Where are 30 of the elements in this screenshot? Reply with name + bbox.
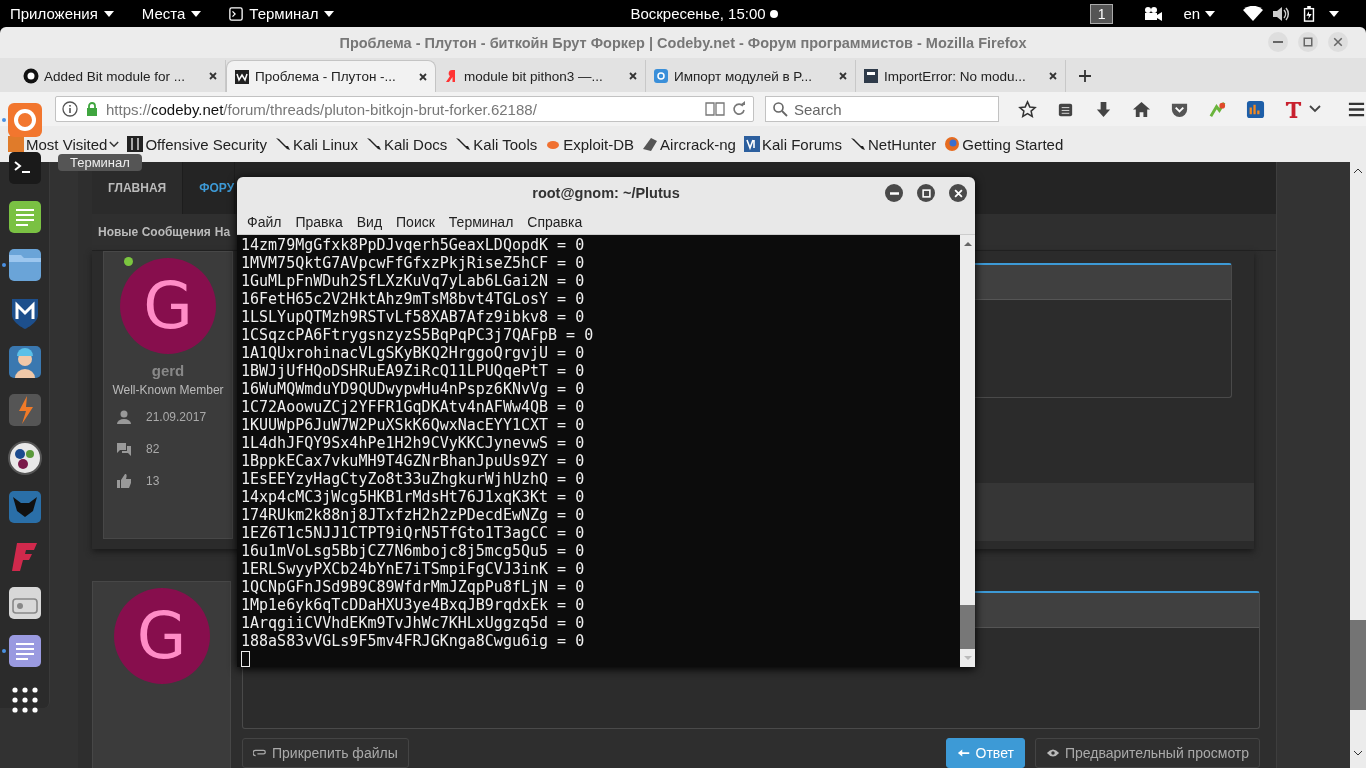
message-count: 82	[146, 442, 160, 456]
terminal-line: 174RUkm2k88nj8JTxfzH2h2zPDecdEwNZg = 0	[241, 506, 586, 524]
terminal-line: 1CSqzcPA6FtrygsnzyzS5BqPqPC3j7QAFpB = 0	[241, 326, 595, 344]
terminal-line: 1BppkECax7vkuMH9T4GZNrBhanJpuUs9ZY = 0	[241, 452, 586, 470]
terminal-line: 1GuMLpFnWDuh2SfLXzKuVq7yLab6LGai2N = 0	[241, 272, 586, 290]
window-title: Проблема - Плутон - биткойн Брут Форкер | Codeby.net - Форум программистов - Mozilla Firefox	[339, 34, 1027, 51]
terminal-line: 1EZ6T1c5NJJ1CTPT9iQrN5TfGto1T3agCC = 0	[241, 524, 586, 542]
terminal-line: 16WuMQWmduYD9QUDwypwHu4nPspz6KNvVg = 0	[241, 380, 586, 398]
terminal-line: 1MVM75QktG7AVpcwFfGfxzPkjRiseZ5hCF = 0	[241, 254, 586, 272]
terminal-line: 1LSLYupQTMzh9RSTvLf58XAB7Afz9ibkv8 = 0	[241, 308, 586, 326]
terminal-line: 1L4dhJFQY9Sx4hPe1H2h9CVyKKCJynevwS = 0	[241, 434, 586, 452]
terminal-line: 14xp4cMC3jWcg5HKB1rMdsHt76J1xqK3Kt = 0	[241, 488, 586, 506]
join-date: 21.09.2017	[146, 410, 207, 424]
terminal-line: 1BWJjUfHQoDSHRuEA9ZiRcQ11LPUQqePtT = 0	[241, 362, 586, 380]
terminal-line: 1QCNpGFnJSd9B9C89WfdrMmJZqpPu8fLjN = 0	[241, 578, 586, 596]
tooltip: Терминал	[58, 154, 142, 171]
window-title: root@gnom: ~/Plutus	[532, 185, 680, 201]
user-role: Well-Known Member	[112, 383, 224, 397]
terminal-line: 1EsEEYzyHagCtyZo8t33uZhgkurWjhUzhQ = 0	[241, 470, 586, 488]
terminal-line: 1ERLSwyyPXCb24bYnE7iTSmpiFgCVJ3inK = 0	[241, 560, 586, 578]
terminal-line: 16u1mVoLsg5BbjCZ7N6mbojc8j5mcg5Qu5 = 0	[241, 542, 586, 560]
terminal-line: 188aS83vVGLs9F5mv4FRJGKnga8Cwgu6ig = 0	[241, 632, 586, 650]
terminal-line: 1A1QUxrohinacVLgSKyBKQ2HrggoQrgvjU = 0	[241, 344, 586, 362]
terminal-line: 1C72AoowuZCj2YFFR1GqDKAtv4nAFWw4QB = 0	[241, 398, 586, 416]
terminal-line: 1KUUWpP6JuW7W2PuXSkK6QwxNacEYY1CXT = 0	[241, 416, 586, 434]
terminal-line: 16FetH65c2V2HktAhz9mTsM8bvt4TGLosY = 0	[241, 290, 586, 308]
terminal-line: 1ArqgiiCVVhdEKm9TvJhWc7KHLxUggzq5d = 0	[241, 614, 586, 632]
terminal-line: 14zm79MgGfxk8PpDJvqerh5GeaxLDQopdK = 0	[241, 236, 586, 254]
terminal-line: 1Mp1e6yk6qTcDDaHXU3ye4BxqJB9rqdxEk = 0	[241, 596, 586, 614]
like-count: 13	[146, 474, 160, 488]
